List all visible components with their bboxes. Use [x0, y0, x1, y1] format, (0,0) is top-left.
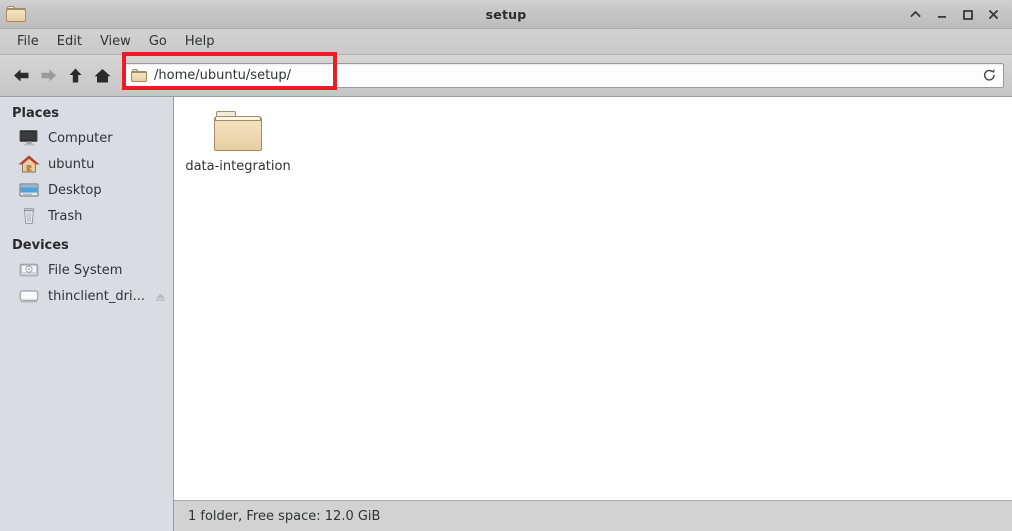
sidebar: Places Computer ubuntu Desktop Trash Dev…: [0, 97, 174, 531]
maximize-icon[interactable]: [960, 7, 974, 21]
computer-icon: [18, 128, 40, 148]
menu-go[interactable]: Go: [140, 33, 176, 50]
status-text: 1 folder, Free space: 12.0 GiB: [188, 508, 381, 524]
close-icon[interactable]: [986, 7, 1000, 21]
home-folder-icon: [18, 154, 40, 174]
sidebar-label-file-system: File System: [48, 262, 123, 278]
sidebar-header-devices: Devices: [12, 238, 69, 253]
sidebar-item-file-system[interactable]: File System: [0, 257, 173, 283]
sidebar-label-computer: Computer: [48, 130, 113, 146]
shade-icon[interactable]: [908, 7, 922, 21]
file-list-area[interactable]: data-integration: [174, 97, 1012, 500]
folder-icon: [214, 111, 262, 151]
menu-view[interactable]: View: [91, 33, 140, 50]
eject-icon[interactable]: [153, 289, 167, 303]
location-folder-icon: [131, 69, 147, 82]
menu-file[interactable]: File: [8, 33, 48, 50]
minimize-icon[interactable]: [934, 7, 948, 21]
window-folder-icon: [6, 6, 26, 22]
title-bar[interactable]: setup: [0, 0, 1012, 29]
desktop-icon: [18, 180, 40, 200]
harddisk-icon: [18, 260, 40, 280]
sidebar-label-thinclient-drive: thinclient_dri...: [48, 288, 145, 304]
reload-icon[interactable]: [981, 68, 997, 84]
sidebar-header-places: Places: [12, 106, 60, 121]
drive-icon: [18, 286, 40, 306]
menu-bar: File Edit View Go Help: [0, 29, 1012, 55]
forward-icon: [35, 62, 62, 90]
sidebar-item-trash[interactable]: Trash: [0, 203, 173, 229]
up-icon[interactable]: [62, 62, 89, 90]
status-bar: 1 folder, Free space: 12.0 GiB: [174, 500, 1012, 531]
window-controls: [908, 7, 1012, 21]
home-icon[interactable]: [89, 62, 116, 90]
menu-edit[interactable]: Edit: [48, 33, 91, 50]
sidebar-label-trash: Trash: [48, 208, 83, 224]
file-item[interactable]: data-integration: [185, 109, 291, 174]
sidebar-label-ubuntu: ubuntu: [48, 156, 95, 172]
sidebar-item-ubuntu[interactable]: ubuntu: [0, 151, 173, 177]
file-item-label: data-integration: [185, 159, 291, 174]
sidebar-label-desktop: Desktop: [48, 182, 102, 198]
content-column: data-integration 1 folder, Free space: 1…: [174, 97, 1012, 531]
window-title: setup: [485, 6, 527, 22]
location-path-text[interactable]: /home/ubuntu/setup/: [154, 68, 981, 83]
tool-bar: /home/ubuntu/setup/: [0, 55, 1012, 97]
window-body: Places Computer ubuntu Desktop Trash Dev…: [0, 97, 1012, 531]
sidebar-item-computer[interactable]: Computer: [0, 125, 173, 151]
menu-help[interactable]: Help: [176, 33, 224, 50]
sidebar-item-thinclient-drive[interactable]: thinclient_dri...: [0, 283, 173, 309]
sidebar-item-desktop[interactable]: Desktop: [0, 177, 173, 203]
trash-icon: [18, 206, 40, 226]
back-icon[interactable]: [8, 62, 35, 90]
file-manager-window: setup File Edit View Go Help /home/ubunt…: [0, 0, 1012, 531]
location-bar[interactable]: /home/ubuntu/setup/: [123, 63, 1004, 88]
